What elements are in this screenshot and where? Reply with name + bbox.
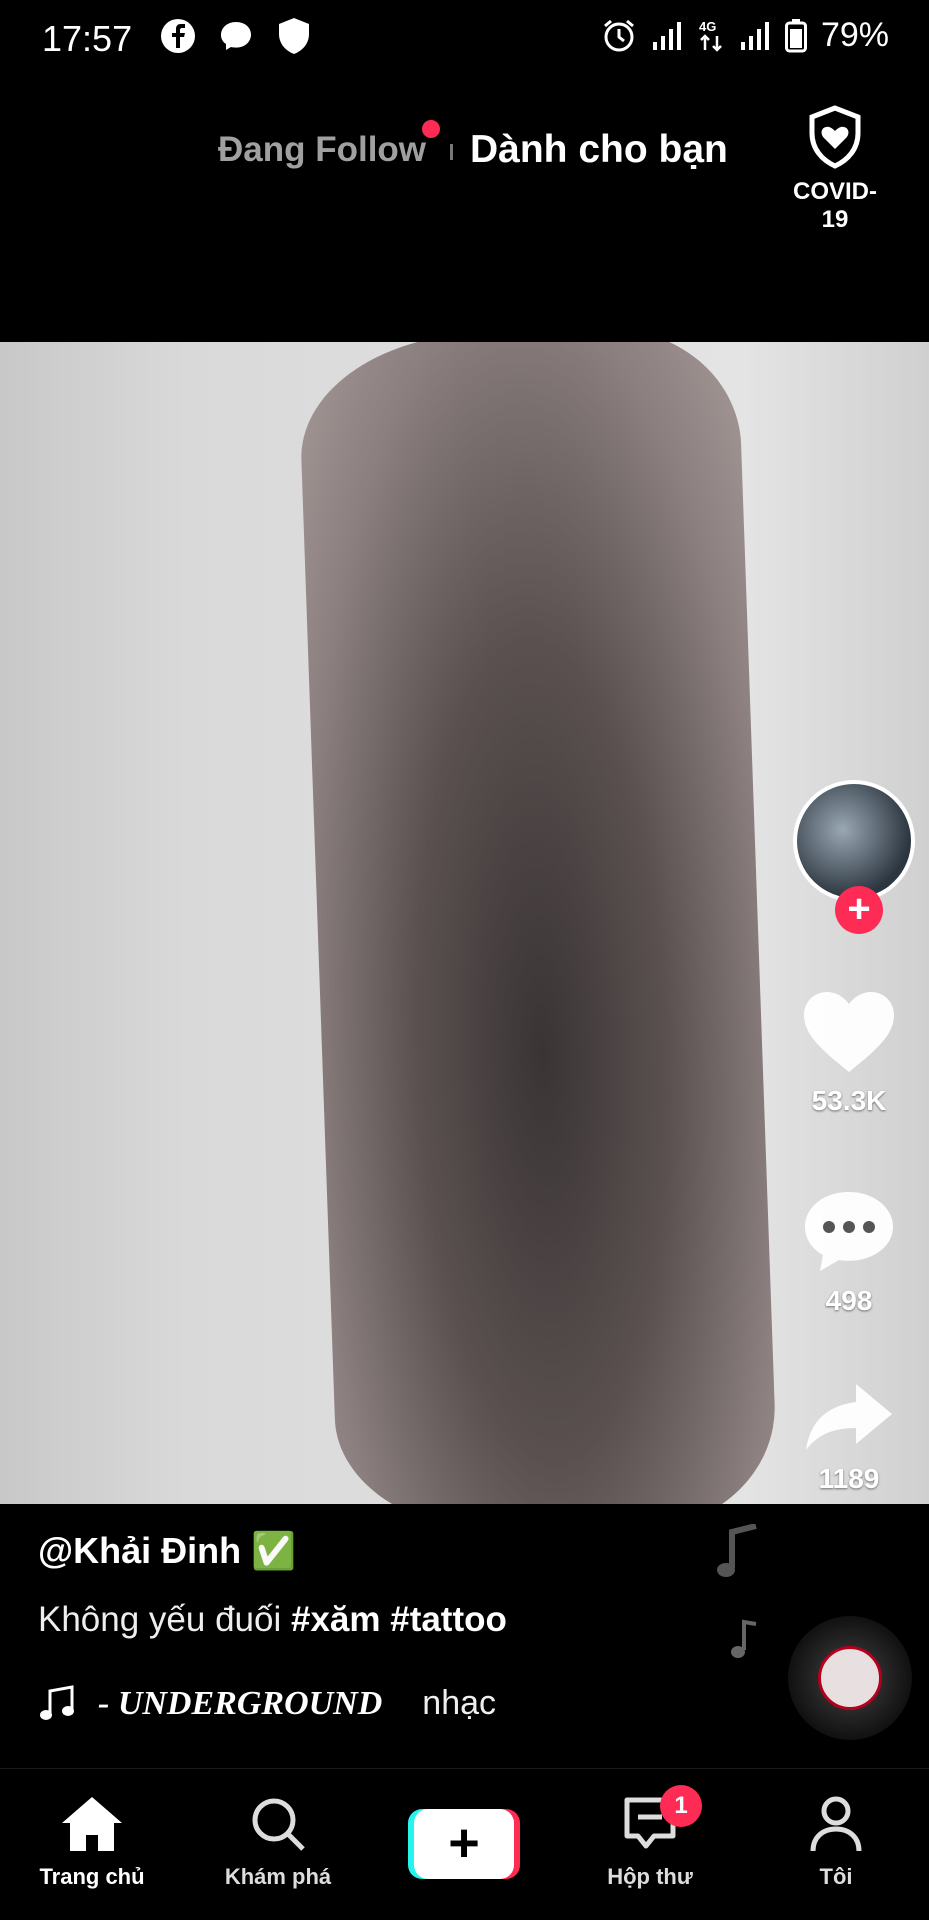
system-icons: 4G 79% [601,16,889,55]
4g-icon: 4G [699,19,722,52]
status-bar: 17:57 4G 79% [0,0,929,80]
home-icon [62,1797,122,1851]
music-disc[interactable] [788,1616,912,1740]
comment-count: 498 [825,1285,873,1316]
new-content-dot [422,120,440,138]
follow-plus-button[interactable]: + [835,886,883,934]
video-description: Không yếu đuối #xăm #tattoo [38,1600,507,1640]
messenger-icon [221,22,251,50]
shield-heart-icon [809,105,861,169]
nav-profile[interactable]: Tôi [756,1795,916,1890]
create-button[interactable]: + [408,1809,520,1879]
creator-avatar[interactable]: + [793,780,915,934]
tab-following[interactable]: Đang Follow [218,130,426,170]
nav-home[interactable]: Trang chủ [12,1795,172,1890]
video-caption: @Khải Đinh ✅ Không yếu đuối #xăm #tattoo… [0,1504,929,1768]
music-note-icon [717,1523,757,1577]
share-count: 1189 [818,1463,880,1494]
covid-button[interactable]: COVID-19 [780,105,890,234]
comment-icon [805,1192,893,1271]
profile-icon [810,1796,862,1852]
nav-inbox-label: Hộp thư [607,1864,693,1889]
video-player[interactable] [0,342,929,1504]
nav-inbox[interactable]: 1 Hộp thư [570,1785,730,1890]
like-button[interactable]: 53.3K [769,990,929,1117]
battery-icon [784,18,807,52]
nav-profile-label: Tôi [819,1864,853,1889]
tab-divider [450,144,453,160]
svg-text:4G: 4G [699,19,716,34]
avatar[interactable] [793,780,915,902]
comment-button[interactable]: 498 [769,1188,929,1317]
nav-home-label: Trang chủ [39,1864,145,1889]
bottom-nav: Trang chủ Khám phá + 1 Hộp thư Tôi [0,1768,929,1920]
creator-username[interactable]: @Khải Đinh ✅ [38,1530,296,1572]
nav-discover[interactable]: Khám phá [198,1795,358,1890]
like-count: 53.3K [811,1085,887,1116]
music-note-icon [40,1684,74,1720]
plus-icon: + [414,1809,514,1879]
tab-for-you[interactable]: Dành cho bạn [470,128,728,172]
shield-icon [279,18,309,54]
share-button[interactable]: 1189 [769,1382,929,1495]
signal-icon [740,21,769,50]
heart-icon [804,992,894,1072]
music-info[interactable]: - UNDERGROUND nhạc [38,1684,496,1723]
floating-notes [712,1523,762,1658]
battery-percent: 79% [820,16,889,54]
disc-cover [818,1646,882,1710]
signal-icon [652,21,681,50]
music-note-icon [731,1619,757,1658]
search-icon [252,1798,305,1851]
description-text: Không yếu đuối [38,1600,291,1639]
nav-discover-label: Khám phá [224,1864,332,1889]
inbox-badge: 1 [660,1785,702,1827]
hashtags[interactable]: #xăm #tattoo [291,1600,507,1639]
covid-label: COVID-19 [793,178,877,233]
music-title: - UNDERGROUND [98,1684,383,1722]
notification-icons [160,16,312,56]
share-arrow-icon [806,1384,892,1450]
alarm-icon [603,19,634,51]
facebook-icon [161,19,195,53]
video-frame-image [297,342,779,1504]
music-subtitle: nhạc [422,1684,497,1722]
status-time: 17:57 [42,18,133,59]
